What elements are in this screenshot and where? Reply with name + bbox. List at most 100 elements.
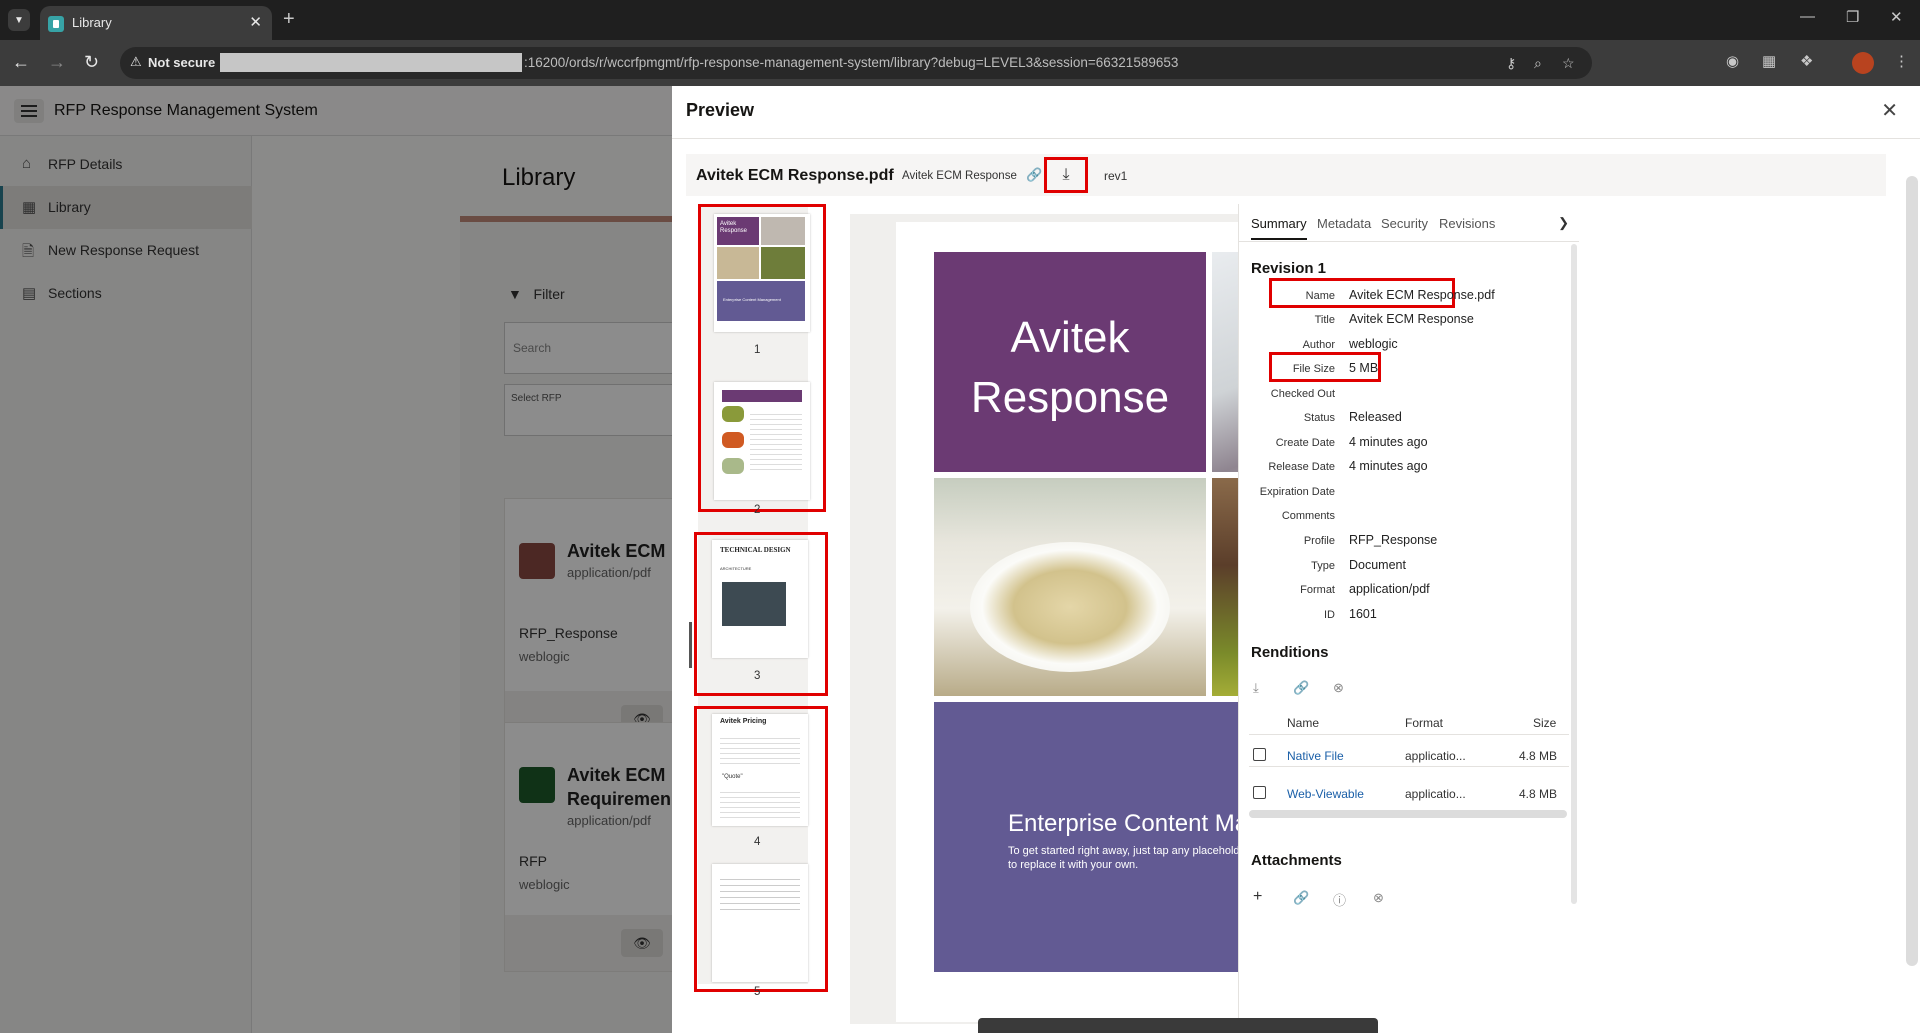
prop-label-status: Status (1303, 412, 1335, 424)
prop-label-name: Name (1305, 290, 1335, 302)
not-secure-label[interactable]: Not secure (148, 55, 215, 70)
prop-value-name: Avitek ECM Response.pdf (1349, 288, 1495, 302)
prop-label-type: Type (1311, 560, 1335, 572)
zoom-icon[interactable]: ⌕ (1534, 55, 1542, 72)
file-name: Avitek ECM Response.pdf (696, 167, 894, 184)
browser-menu-icon[interactable]: ⋮ (1894, 52, 1909, 70)
prop-label-create-date: Create Date (1275, 437, 1335, 449)
info-icon[interactable]: ⓘ (1333, 890, 1346, 909)
download-icon[interactable]: ⤓ (1253, 680, 1259, 696)
thumb-photo (722, 432, 744, 448)
title-tile: Avitek Response (934, 252, 1206, 472)
thumbnail-number: 2 (754, 504, 761, 516)
panel-scrollbar[interactable] (1571, 244, 1577, 904)
back-icon[interactable]: ← (12, 52, 30, 73)
prop-label-format: Format (1300, 584, 1335, 596)
apex-app: RFP Response Management System ⌂ RFP Det… (0, 86, 1920, 1033)
prop-value-profile: RFP_Response (1349, 533, 1438, 547)
password-key-icon[interactable]: ⚷ (1506, 55, 1516, 72)
thumb-text: TECHNICAL DESIGN (720, 546, 791, 554)
thumb-title-tile: Avitek Response (717, 217, 759, 245)
rendition-size: 4.8 MB (1519, 787, 1558, 801)
tab-title: Library (72, 15, 112, 30)
prop-value-create-date: 4 minutes ago (1349, 435, 1428, 449)
attachments-title: Attachments (1251, 852, 1342, 869)
tab-revisions[interactable]: Revisions (1439, 216, 1495, 231)
thumbnail-page-5[interactable] (712, 864, 808, 982)
prop-value-release-date: 4 minutes ago (1349, 459, 1428, 473)
remove-icon[interactable]: ⊗ (1333, 680, 1344, 696)
thumbnail-page-4[interactable]: Avitek Pricing "Quote" (712, 714, 808, 826)
thumbnail-splitter[interactable] (689, 622, 692, 668)
rendition-checkbox[interactable] (1253, 786, 1266, 799)
tab-security[interactable]: Security (1381, 216, 1428, 231)
thumb-photo (722, 406, 744, 422)
thumbnail-number: 4 (754, 836, 761, 848)
qr-code-icon[interactable]: ▦ (1762, 52, 1776, 70)
link-icon[interactable]: 🔗 (1293, 680, 1309, 696)
table-horizontal-scrollbar[interactable] (1249, 810, 1567, 818)
divider (1249, 766, 1569, 767)
reload-icon[interactable]: ↻ (84, 52, 99, 73)
profile-avatar[interactable] (1852, 52, 1874, 74)
minimize-icon[interactable]: — (1800, 8, 1815, 25)
forward-icon[interactable]: → (48, 52, 66, 73)
thumb-text: Avitek Response (720, 221, 748, 234)
col-header-format[interactable]: Format (1405, 716, 1443, 730)
thumb-text: Enterprise Content Management (723, 297, 781, 302)
prop-value-author: weblogic (1349, 337, 1398, 351)
thumb-text-lines (720, 788, 800, 818)
prop-label-comments: Comments (1281, 510, 1335, 522)
thumbnail-page-3[interactable]: TECHNICAL DESIGN ARCHITECTURE (712, 540, 808, 658)
screen-record-icon[interactable]: ◉ (1726, 52, 1739, 70)
prop-value-title: Avitek ECM Response (1349, 312, 1474, 326)
viewer-toolbar[interactable] (978, 1018, 1378, 1033)
remove-icon[interactable]: ⊗ (1373, 890, 1384, 906)
close-icon[interactable]: ✕ (1881, 98, 1898, 123)
col-header-name[interactable]: Name (1287, 716, 1319, 730)
divider (1249, 734, 1569, 735)
prop-label-checked-out: Checked Out (1270, 388, 1335, 400)
window-close-icon[interactable]: ✕ (1890, 8, 1903, 26)
pasta-photo (934, 478, 1206, 696)
tab-search-icon[interactable]: ▼ (8, 9, 30, 31)
new-tab-icon[interactable]: + (283, 8, 295, 31)
bookmark-star-icon[interactable]: ☆ (1562, 55, 1575, 72)
cover-title-line2: Response (970, 373, 1170, 422)
prop-label-profile: Profile (1303, 535, 1335, 547)
rendition-name-link[interactable]: Native File (1287, 749, 1344, 763)
download-button[interactable]: ⤓ (1044, 157, 1088, 193)
close-tab-icon[interactable]: ✕ (249, 13, 262, 31)
link-icon[interactable]: 🔗 (1293, 890, 1309, 906)
address-bar[interactable]: ⚠ Not secure :16200/ords/r/wccrfpmgmt/rf… (120, 47, 1592, 79)
cover-title: Avitek Response (934, 308, 1206, 428)
tab-metadata[interactable]: Metadata (1317, 216, 1371, 231)
extensions-icon[interactable]: ❖ (1800, 52, 1813, 70)
add-icon[interactable]: + (1253, 888, 1262, 906)
col-header-size[interactable]: Size (1533, 716, 1556, 730)
thumb-text-lines (720, 874, 800, 910)
chevron-right-icon[interactable]: ❯ (1558, 215, 1569, 231)
cover-title-line1: Avitek (1010, 313, 1130, 362)
rendition-size: 4.8 MB (1519, 749, 1558, 763)
rendition-name-link[interactable]: Web-Viewable (1287, 787, 1364, 801)
download-icon: ⤓ (1062, 166, 1070, 183)
details-tabs: Summary Metadata Security Revisions ❯ (1239, 204, 1579, 242)
thumb-image (722, 582, 786, 626)
url-text[interactable]: :16200/ords/r/wccrfpmgmt/rfp-response-ma… (524, 55, 1178, 70)
thumb-text-lines (720, 734, 800, 764)
thumb-photo (722, 458, 744, 474)
rendition-checkbox[interactable] (1253, 748, 1266, 761)
thumbnail-page-2[interactable] (714, 382, 810, 500)
tab-summary[interactable]: Summary (1251, 216, 1307, 240)
link-icon[interactable]: 🔗 (1026, 167, 1042, 183)
thumb-text: "Quote" (722, 774, 743, 780)
dialog-scrollbar[interactable] (1906, 176, 1918, 966)
preview-dialog: Preview ✕ Avitek ECM Response.pdf Avitek… (672, 86, 1920, 1033)
thumb-text: Avitek Pricing (720, 718, 767, 725)
prop-value-file-size: 5 MB (1349, 361, 1379, 375)
restore-icon[interactable]: ❐ (1846, 8, 1859, 26)
browser-tab[interactable]: Library ✕ (40, 6, 272, 40)
renditions-title: Renditions (1251, 644, 1329, 661)
thumbnail-page-1[interactable]: Avitek Response Enterprise Content Manag… (714, 214, 810, 332)
